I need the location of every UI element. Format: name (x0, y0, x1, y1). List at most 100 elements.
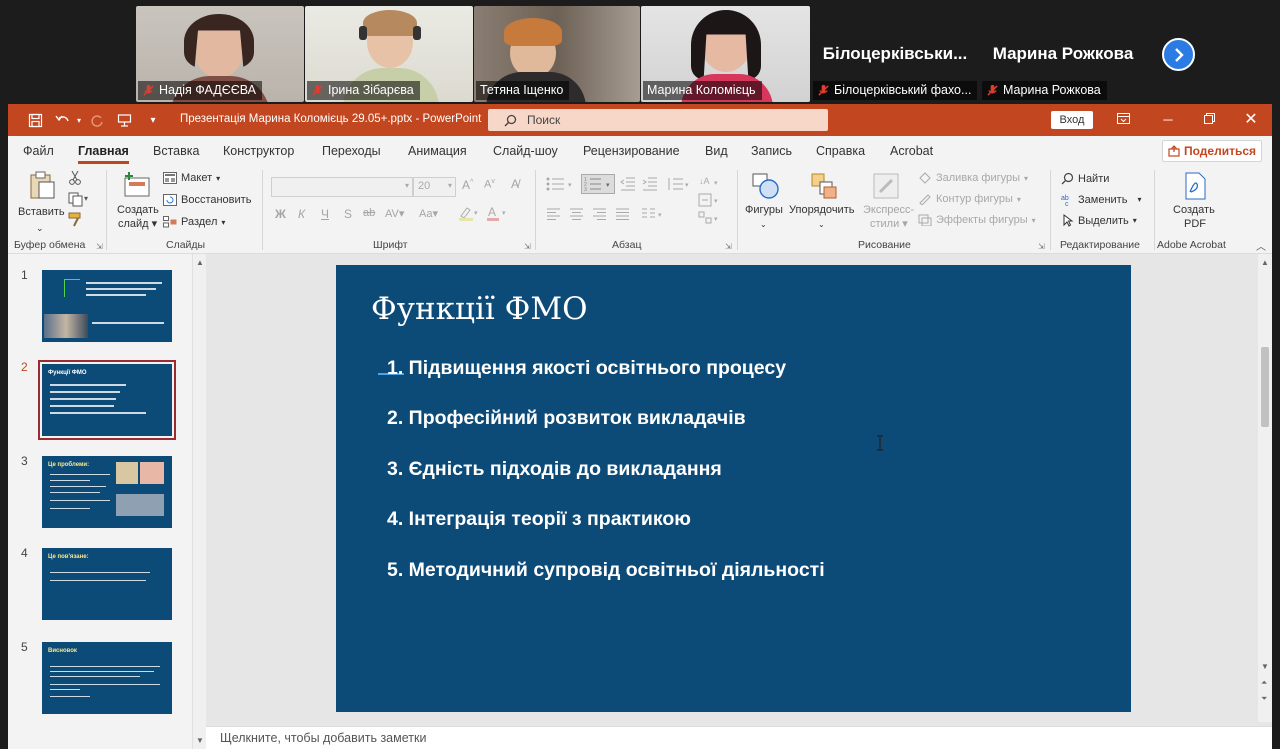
slide-thumbnail-2[interactable]: Функції ФМО (42, 364, 172, 436)
clear-formatting-icon[interactable]: A̸ (511, 177, 519, 191)
numbering-icon[interactable]: 1 2 3 ▾ (581, 174, 615, 197)
slide-list-item[interactable]: 4. Інтеграція теорії з практикою (387, 508, 691, 531)
section-button[interactable]: Раздел ▾ (163, 216, 225, 228)
shapes-button[interactable] (751, 172, 781, 205)
align-center-icon[interactable] (569, 208, 584, 223)
slide-thumbnail-5[interactable]: Висновок (42, 642, 172, 714)
font-size-select[interactable]: 20 ▾ (413, 177, 456, 197)
participant-tile-3[interactable]: Тетяна Іщенко (474, 6, 640, 102)
copy-icon[interactable] (68, 192, 84, 212)
slide-thumbnail-1[interactable] (42, 270, 172, 342)
shape-fill-button[interactable]: Заливка фигуры ▾ (918, 172, 1028, 184)
align-text-icon[interactable]: ▾ (698, 193, 722, 210)
tab-animation[interactable]: Анимация (408, 144, 467, 158)
scrollbar-thumb[interactable] (1261, 347, 1269, 427)
decrease-font-icon[interactable]: Av (484, 178, 495, 191)
highlight-icon[interactable]: ▾ (458, 205, 480, 224)
smartart-icon[interactable]: ▾ (698, 211, 722, 228)
char-spacing-icon[interactable]: AV▾ (385, 207, 404, 220)
slide-thumbnail-4[interactable]: Це пов'язане: (42, 548, 172, 620)
decrease-indent-icon[interactable] (620, 177, 636, 194)
layout-button[interactable]: Макет ▾ (163, 172, 220, 184)
clipboard-dialog-launcher-icon[interactable]: ⇲ (96, 242, 103, 251)
customize-toolbar-icon[interactable]: ▾ (144, 111, 162, 129)
shape-outline-button[interactable]: Контур фигуры ▾ (918, 193, 1021, 205)
sign-in-button[interactable]: Вход (1051, 111, 1093, 129)
font-color-icon[interactable]: A ▾ (486, 205, 510, 224)
restore-icon[interactable] (1199, 110, 1219, 130)
select-button[interactable]: Выделить ▾ (1061, 214, 1137, 227)
strikethrough-icon[interactable]: ab (363, 207, 375, 219)
underline-icon[interactable]: Ч (321, 207, 329, 221)
slide-title[interactable]: Функції ФМО (371, 291, 588, 327)
align-right-icon[interactable] (592, 208, 607, 223)
drawing-dialog-launcher-icon[interactable]: ⇲ (1038, 242, 1045, 251)
share-button[interactable]: Поделиться (1162, 140, 1262, 162)
collapse-ribbon-icon[interactable]: ︿ (1256, 238, 1266, 253)
tab-record[interactable]: Запись (751, 144, 792, 158)
new-slide-button[interactable] (122, 172, 152, 203)
slide-thumbnail-3[interactable]: Це проблеми: (42, 456, 172, 528)
italic-icon[interactable]: К (298, 207, 305, 221)
current-slide[interactable]: Функції ФМО 1. Підвищення якості освітнь… (336, 265, 1131, 712)
tab-file[interactable]: Файл (23, 144, 54, 158)
increase-indent-icon[interactable] (642, 177, 658, 194)
scroll-down-icon[interactable]: ▼ (1261, 662, 1269, 671)
tab-slideshow[interactable]: Слайд-шоу (493, 144, 558, 158)
tab-acrobat[interactable]: Acrobat (890, 144, 933, 158)
arrange-button[interactable] (810, 172, 838, 205)
shadow-icon[interactable]: S (344, 207, 352, 221)
participant-tile-6[interactable]: Марина Рожкова Марина Рожкова (980, 6, 1146, 102)
tab-view[interactable]: Вид (705, 144, 728, 158)
find-button[interactable]: Найти (1061, 172, 1109, 185)
search-box[interactable]: Поиск (488, 109, 828, 131)
slide-list-item[interactable]: 2. Професійний розвиток викладачів (387, 407, 746, 430)
save-icon[interactable] (26, 111, 44, 129)
tab-review[interactable]: Рецензирование (583, 144, 680, 158)
line-spacing-icon[interactable]: ▾ (666, 177, 692, 194)
minimize-icon[interactable]: ─ (1158, 110, 1178, 130)
next-participants-button[interactable] (1162, 38, 1195, 71)
previous-slide-icon[interactable]: ⏶ (1261, 678, 1267, 688)
scroll-up-icon[interactable]: ▲ (196, 258, 204, 267)
bold-icon[interactable]: Ж (275, 207, 286, 221)
participant-tile-1[interactable]: Надія ФАДЄЄВА (136, 6, 304, 102)
replace-button[interactable]: ab c Заменить ▾ (1061, 193, 1141, 207)
next-slide-icon[interactable]: ⏷ (1261, 694, 1267, 704)
text-direction-icon[interactable]: ↓A ▾ (698, 175, 722, 194)
participant-tile-4-speaking[interactable]: Марина Коломієць (641, 6, 810, 102)
arrange-dropdown-icon[interactable]: ⌄ (818, 218, 825, 231)
paste-button[interactable] (28, 170, 56, 205)
tab-home[interactable]: Главная (78, 144, 129, 164)
slide-list-item[interactable]: 1. Підвищення якості освітнього процесу (387, 357, 786, 380)
bullets-icon[interactable]: ▾ (546, 177, 576, 194)
paragraph-dialog-launcher-icon[interactable]: ⇲ (725, 242, 732, 251)
paste-dropdown-icon[interactable]: ⌄ (36, 222, 44, 235)
tab-design[interactable]: Конструктор (223, 144, 294, 158)
thumbnails-scrollbar[interactable]: ▲ ▼ (192, 254, 206, 749)
reset-button[interactable]: Восстановить (163, 194, 251, 206)
tab-help[interactable]: Справка (816, 144, 865, 158)
increase-font-icon[interactable]: A^ (462, 178, 473, 192)
font-family-select[interactable]: ▾ (271, 177, 413, 197)
editor-scrollbar[interactable]: ▲ ▼ ⏶ ⏷ (1258, 254, 1272, 722)
participant-tile-5[interactable]: Білоцерківськи... Білоцерківський фахо..… (811, 6, 979, 102)
presentation-from-start-icon[interactable] (115, 111, 133, 129)
scroll-up-icon[interactable]: ▲ (1261, 258, 1269, 267)
participant-tile-2[interactable]: Ірина Зібарєва (305, 6, 473, 102)
change-case-icon[interactable]: Aa▾ (419, 207, 438, 220)
quick-styles-button[interactable] (872, 172, 900, 205)
cut-icon[interactable] (68, 170, 82, 190)
tab-transitions[interactable]: Переходы (322, 144, 381, 158)
undo-dropdown-icon[interactable]: ▾ (70, 111, 88, 129)
slide-editor[interactable]: Функції ФМО 1. Підвищення якості освітнь… (206, 254, 1258, 722)
slide-list-item[interactable]: 3. Єдність підходів до викладання (387, 458, 722, 481)
font-dialog-launcher-icon[interactable]: ⇲ (524, 242, 531, 251)
create-pdf-button[interactable] (1182, 172, 1208, 205)
format-painter-icon[interactable] (68, 212, 84, 232)
slide-list-item[interactable]: 5. Методичний супровід освітньої діяльно… (387, 559, 825, 582)
shape-effects-button[interactable]: Эффекты фигуры ▾ (918, 214, 1036, 226)
copy-dropdown-icon[interactable]: ▾ (84, 194, 88, 203)
justify-icon[interactable] (615, 208, 630, 223)
ribbon-display-options-icon[interactable] (1113, 110, 1133, 130)
